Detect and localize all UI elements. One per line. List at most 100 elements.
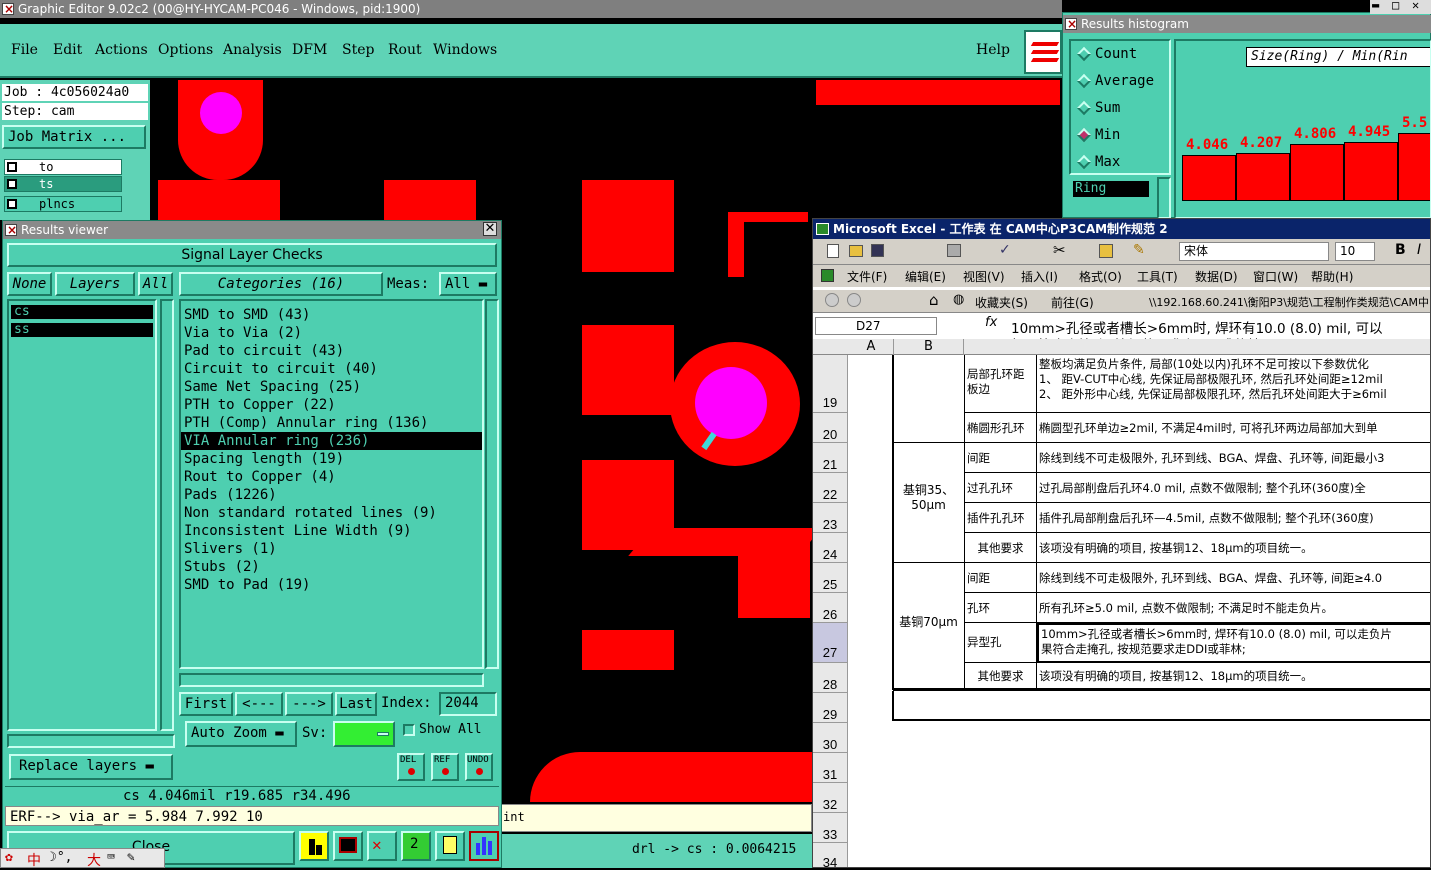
menu-actions[interactable]: Actions [95,42,148,58]
job-matrix-button[interactable]: Job Matrix ... [2,125,146,149]
category-item[interactable]: Spacing length (19) [181,450,482,468]
desc-cell[interactable]: 所有孔环≥5.0 mil, 点数不做限制; 不满足时不能走负片。 [1037,593,1430,623]
back-icon[interactable] [825,293,839,307]
item-cell[interactable]: 插件孔孔环 [965,503,1037,533]
category-item-selected[interactable]: VIA Annular ring (236) [181,432,482,450]
row-header[interactable]: 29 [813,693,848,723]
print-icon[interactable] [947,244,961,257]
excel-menu-format[interactable]: 格式(O) [1079,268,1122,285]
desc-cell[interactable]: 该项没有明确的项目, 按基铜12、18μm的项目统一。 [1037,663,1430,691]
histogram-bar[interactable] [1236,153,1290,201]
ime-icon[interactable]: ✿ [5,850,13,865]
layer-checkbox[interactable] [7,162,17,172]
layer-list[interactable]: cs ss [7,299,157,731]
sheet-grid[interactable]: 19 20 21 22 23 24 25 26 27 28 29 30 31 3… [813,355,1430,867]
category-item[interactable]: SMD to Pad (19) [181,576,482,594]
menu-windows[interactable]: Windows [433,42,497,58]
category-item[interactable]: Pads (1226) [181,486,482,504]
desc-cell[interactable]: 整板均满足负片条件, 局部(10处以内)孔环不足可按以下参数优化 1、 距V-C… [1037,355,1430,413]
category-item[interactable]: Via to Via (2) [181,324,482,342]
forward-icon[interactable] [847,293,861,307]
layer-row-to[interactable]: to [4,159,122,175]
layers-button[interactable]: Layers [55,272,135,296]
open-icon[interactable] [849,245,863,257]
categories-button[interactable]: Categories (16) [179,272,383,296]
histogram-bar[interactable] [1344,142,1398,201]
column-header-a[interactable]: A [849,339,894,355]
prev-button[interactable]: <--- [235,692,283,716]
excel-menu-file[interactable]: 文件(F) [847,268,887,285]
auto-zoom-button[interactable]: Auto Zoom ▬ [185,721,297,747]
table-cell[interactable] [893,355,965,443]
row-header[interactable]: 26 [813,593,848,623]
category-list[interactable]: SMD to SMD (43) Via to Via (2) Pad to ci… [179,299,484,669]
desc-cell[interactable]: 除线到线不可走极限外, 孔环到线、BGA、焊盘、孔环等, 间距最小3 [1037,443,1430,473]
close-window-icon[interactable]: ✕ [1412,0,1419,12]
menu-analysis[interactable]: Analysis [223,42,282,58]
row-header-active[interactable]: 27 [813,623,848,663]
ring-scrollbar[interactable] [1157,177,1171,219]
close-icon[interactable]: ✕ [483,222,497,236]
ref-button[interactable]: REF [431,753,459,781]
category-item[interactable]: Pad to circuit (43) [181,342,482,360]
save-icon[interactable] [871,244,884,257]
layer-icon[interactable]: 2 [401,831,431,861]
replace-layers-button[interactable]: Replace layers ▬ [9,754,173,780]
excel-menu-data[interactable]: 数据(D) [1195,268,1238,285]
minimize-icon[interactable]: ▬ [1372,0,1379,12]
row-header[interactable]: 23 [813,503,848,533]
font-name-select[interactable]: 宋体 [1179,242,1329,261]
menu-options[interactable]: Options [158,42,213,58]
row-header[interactable]: 25 [813,563,848,593]
format-painter-icon[interactable]: ✎ [1133,242,1145,258]
last-button[interactable]: Last [335,692,377,716]
group-cell-35-50[interactable]: 基铜35、50μm [893,443,965,563]
spellcheck-icon[interactable]: ✓ [999,242,1011,258]
row-header[interactable]: 21 [813,443,848,473]
del-button[interactable]: DEL [397,753,425,781]
menu-dfm[interactable]: DFM [292,42,327,58]
menu-step[interactable]: Step [342,42,374,58]
layer-list-scrollbar[interactable] [160,299,174,731]
goto-menu[interactable]: 前往(G) [1051,294,1094,311]
ime-mode[interactable]: 中 [27,850,41,870]
excel-menu-tools[interactable]: 工具(T) [1137,268,1178,285]
layer-checkbox[interactable] [7,199,17,209]
category-item[interactable]: Stubs (2) [181,558,482,576]
desc-cell[interactable]: 椭圆型孔环单边≥2mil, 不满足4mil时, 可将孔环两边局部加大到单 [1037,413,1430,443]
item-cell[interactable]: 异型孔 [965,623,1037,663]
ime-width[interactable]: 大 [87,850,101,870]
name-box[interactable]: D27 [815,317,937,335]
row-header[interactable]: 22 [813,473,848,503]
row-header[interactable]: 31 [813,753,848,783]
category-item[interactable]: Rout to Copper (4) [181,468,482,486]
undo-button[interactable]: UNDO [465,753,493,781]
row-header[interactable]: 30 [813,723,848,753]
excel-menu-help[interactable]: 帮助(H) [1311,268,1353,285]
meas-select[interactable]: All ▬ [439,272,497,296]
chart-bar-icon[interactable] [299,831,329,861]
home-icon[interactable]: ⌂ [929,291,939,309]
row-header[interactable]: 19 [813,355,848,413]
next-button[interactable]: ---> [285,692,333,716]
report-icon[interactable] [435,831,465,861]
layer-list-item[interactable]: ss [11,323,153,337]
desc-cell[interactable]: 插件孔局部削盘后孔环—4.5mil, 点数不做限制; 整个孔环(360度) [1037,503,1430,533]
category-item[interactable]: SMD to SMD (43) [181,306,482,324]
category-item[interactable]: Slivers (1) [181,540,482,558]
new-icon[interactable] [827,244,839,258]
item-cell[interactable]: 间距 [965,563,1037,593]
column-header-b[interactable]: B [894,339,964,355]
none-button[interactable]: None [7,272,52,296]
menu-rout[interactable]: Rout [388,42,422,58]
cut-icon[interactable]: ✂ [1053,241,1066,259]
menu-file[interactable]: File [11,42,38,58]
excel-menu-view[interactable]: 视图(V) [963,268,1005,285]
favorites-menu[interactable]: 收藏夹(S) [975,294,1028,311]
display-icon[interactable] [333,831,363,861]
all-layers-button[interactable]: All [138,272,173,296]
row-header[interactable]: 20 [813,413,848,443]
bold-icon[interactable]: B [1395,242,1406,258]
menu-help[interactable]: Help [976,42,1010,58]
category-item[interactable]: Same Net Spacing (25) [181,378,482,396]
